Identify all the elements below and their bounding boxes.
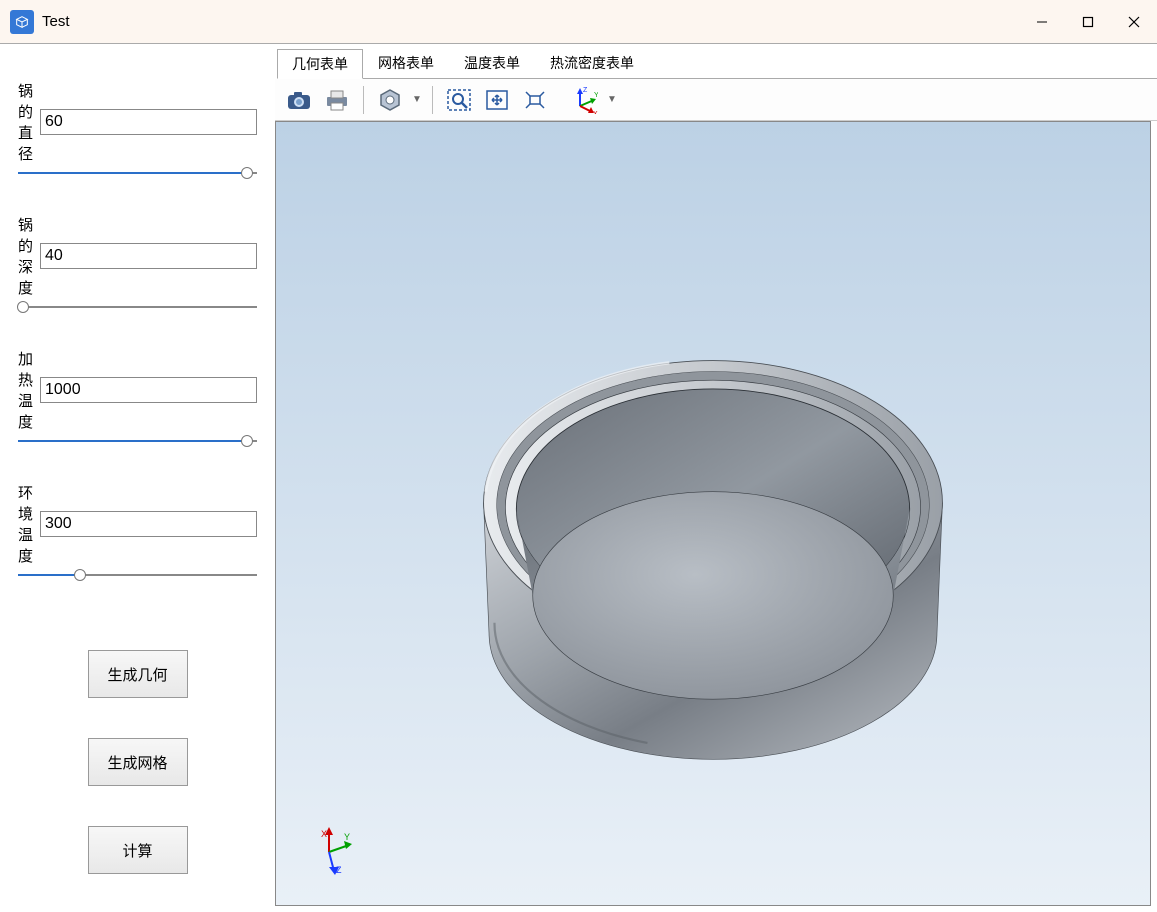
reset-view-button[interactable] <box>517 83 553 117</box>
svg-text:Y: Y <box>594 92 598 99</box>
settings-dropdown[interactable]: ▼ <box>410 94 424 105</box>
param-env-slider[interactable] <box>18 568 257 582</box>
param-depth-slider[interactable] <box>18 300 257 314</box>
maximize-button[interactable] <box>1065 0 1111 44</box>
app-window: Test 锅的直径 锅的深度 <box>0 0 1157 822</box>
maximize-icon <box>1082 16 1094 28</box>
svg-text:X: X <box>593 111 598 114</box>
axis-triad-icon: Z Y X <box>568 86 598 114</box>
minimize-icon <box>1036 16 1048 28</box>
camera-icon <box>286 89 312 111</box>
axis-selector-button[interactable]: Z Y X <box>563 83 603 117</box>
tab-mesh[interactable]: 网格表单 <box>363 48 449 78</box>
collapse-icon <box>522 88 548 112</box>
fit-button[interactable] <box>479 83 515 117</box>
hexnut-icon <box>378 88 402 112</box>
generate-geometry-button[interactable]: 生成几何 <box>88 650 188 698</box>
tab-temp[interactable]: 温度表单 <box>449 48 535 78</box>
side-panel: 锅的直径 锅的深度 加热温度 <box>0 44 275 912</box>
minimize-button[interactable] <box>1019 0 1065 44</box>
param-env-label: 环境温度 <box>18 482 40 566</box>
zoom-box-button[interactable] <box>441 83 477 117</box>
param-diameter: 锅的直径 <box>18 80 257 164</box>
tabs: 几何表单 网格表单 温度表单 热流密度表单 <box>277 44 1157 79</box>
param-heat-slider[interactable] <box>18 434 257 448</box>
svg-text:Y: Y <box>344 832 350 842</box>
compute-button[interactable]: 计算 <box>88 826 188 874</box>
app-icon <box>10 10 34 34</box>
svg-text:Z: Z <box>336 865 342 875</box>
3d-viewport[interactable]: X Y Z <box>275 121 1151 906</box>
param-env: 环境温度 <box>18 482 257 566</box>
fit-icon <box>484 88 510 112</box>
content: 锅的直径 锅的深度 加热温度 <box>0 44 1157 912</box>
param-heat-input[interactable] <box>40 377 257 403</box>
axis-selector-dropdown[interactable]: ▼ <box>605 94 619 105</box>
close-button[interactable] <box>1111 0 1157 44</box>
tab-flux[interactable]: 热流密度表单 <box>535 48 649 78</box>
svg-text:X: X <box>321 829 327 839</box>
toolbar: ▼ <box>275 79 1157 121</box>
titlebar: Test <box>0 0 1157 44</box>
viewer-area: 几何表单 网格表单 温度表单 热流密度表单 <box>275 44 1157 912</box>
tab-geometry[interactable]: 几何表单 <box>277 49 363 79</box>
snapshot-button[interactable] <box>281 83 317 117</box>
param-diameter-label: 锅的直径 <box>18 80 40 164</box>
param-diameter-input[interactable] <box>40 109 257 135</box>
generate-mesh-button[interactable]: 生成网格 <box>88 738 188 786</box>
param-env-input[interactable] <box>40 511 257 537</box>
geometry-render <box>276 122 1150 905</box>
settings-button[interactable] <box>372 83 408 117</box>
printer-icon <box>324 88 350 112</box>
axis-indicator-icon: X Y Z <box>304 827 354 877</box>
param-heat: 加热温度 <box>18 348 257 432</box>
close-icon <box>1128 16 1140 28</box>
param-diameter-slider[interactable] <box>18 166 257 180</box>
param-heat-label: 加热温度 <box>18 348 40 432</box>
param-depth-label: 锅的深度 <box>18 214 40 298</box>
zoom-box-icon <box>446 88 472 112</box>
print-button[interactable] <box>319 83 355 117</box>
param-depth-input[interactable] <box>40 243 257 269</box>
window-title: Test <box>42 13 70 30</box>
param-depth: 锅的深度 <box>18 214 257 298</box>
svg-text:Z: Z <box>583 87 588 94</box>
